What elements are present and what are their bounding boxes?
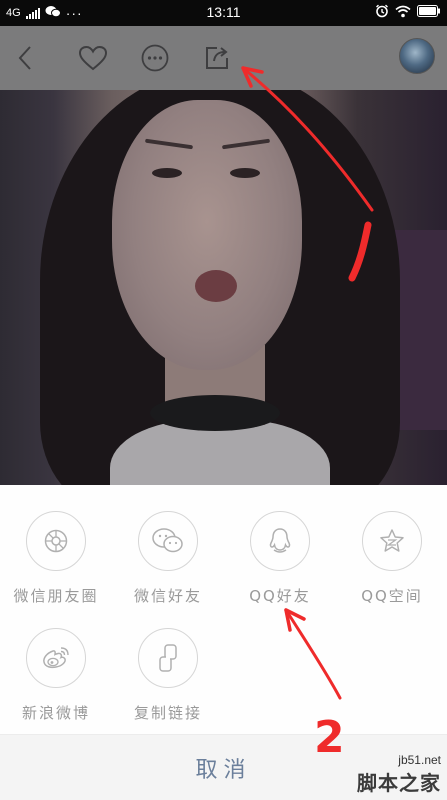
weibo-icon — [26, 628, 86, 688]
watermark-brand: 脚本之家 — [357, 771, 441, 795]
share-item-weibo[interactable]: 新浪微博 — [0, 628, 112, 723]
qq-icon — [250, 511, 310, 571]
qzone-icon — [362, 511, 422, 571]
more-icon[interactable] — [137, 40, 173, 76]
watermark-url: jb51.net — [398, 753, 441, 767]
share-label: 复制链接 — [133, 704, 202, 722]
share-label: 新浪微博 — [21, 704, 90, 722]
alarm-icon — [375, 4, 389, 22]
share-item-wechat-friend[interactable]: 微信好友 — [112, 511, 224, 606]
share-item-copy-link[interactable]: 复制链接 — [112, 628, 224, 723]
share-icon[interactable] — [199, 40, 235, 76]
share-label: QQ空间 — [361, 587, 423, 605]
share-item-qzone[interactable]: QQ空间 — [336, 511, 447, 606]
wifi-icon — [395, 5, 411, 22]
battery-icon — [417, 5, 441, 21]
copy-link-icon — [138, 628, 198, 688]
status-bar: 4G ··· 13:11 — [0, 0, 447, 26]
back-icon[interactable] — [8, 40, 44, 76]
avatar[interactable] — [399, 38, 435, 74]
share-label: QQ好友 — [249, 587, 311, 605]
share-item-qq-friend[interactable]: QQ好友 — [224, 511, 336, 606]
photo — [0, 90, 447, 485]
watermark: jb51.net 脚本之家 — [357, 753, 441, 796]
top-toolbar — [0, 26, 447, 90]
wechat-moments-icon — [26, 511, 86, 571]
screen: 4G ··· 13:11 微信朋友圈 微信好友 QQ好友 QQ空间 新浪微博 复… — [0, 0, 447, 800]
share-item-wechat-moments[interactable]: 微信朋友圈 — [0, 511, 112, 606]
heart-icon[interactable] — [75, 40, 111, 76]
wechat-icon — [138, 511, 198, 571]
status-right — [375, 4, 441, 22]
share-label: 微信好友 — [133, 587, 202, 605]
share-label: 微信朋友圈 — [13, 587, 99, 605]
cancel-label: 取消 — [195, 757, 252, 783]
